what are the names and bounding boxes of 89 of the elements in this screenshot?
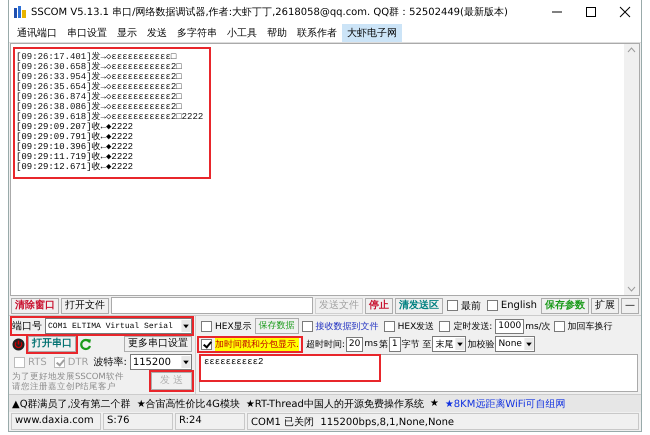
input-field[interactable]: 20 (346, 336, 364, 352)
select-value: 末尾 (435, 338, 454, 350)
window-title: SSCOM V5.13.1 串口/网络数据调试器,作者:大虾丁丁,2618058@qq.com. QQ群：52502449(最新版本) (31, 6, 509, 18)
log-line: [09:26:30.658]发→◇εεεεεεεεεεε2□ (16, 62, 182, 72)
toolbar-button[interactable]: 清除窗口 (11, 298, 59, 314)
power-icon (12, 338, 25, 350)
toolbar-button[interactable]: — (621, 298, 639, 314)
input-field[interactable]: 1 (388, 336, 401, 352)
status-text: COM1 已关闭 115200bps,8,1,None,None (247, 413, 639, 430)
ticker-link[interactable]: ★8KM远距离WiFi可自组网 (444, 396, 566, 410)
more-settings-button[interactable]: 更多串口设置 (124, 336, 192, 352)
menu-item[interactable]: 显示 (112, 24, 142, 42)
option-select[interactable]: None (495, 336, 535, 352)
send-input-field[interactable]: εεεεεεεεεε2 (199, 354, 638, 392)
option-label: 超时时间: (306, 338, 345, 350)
log-line: [09:29:09.207]收←◆2222 (16, 122, 134, 132)
ticker-text: ★ (430, 398, 439, 409)
menu-item[interactable]: 发送 (142, 24, 172, 42)
close-icon[interactable] (619, 6, 631, 18)
checkbox[interactable] (439, 320, 450, 332)
menu-item[interactable]: 小工具 (222, 24, 262, 42)
maximize-icon[interactable] (585, 6, 597, 18)
baud-rate-value: 115200 (132, 356, 172, 368)
log-line: [09:26:38.086]发→◇εεεεεεεεεεε2□ (16, 102, 182, 112)
promo-text: 请您注册嘉立创P结尾客户 (12, 382, 118, 392)
status-text: www.daxia.com (11, 413, 101, 430)
scroll-up-icon[interactable] (627, 47, 636, 53)
checkbox[interactable] (14, 356, 25, 368)
checkbox-label[interactable]: HEX显示 (215, 320, 252, 332)
checkbox[interactable] (201, 320, 212, 332)
open-port-button[interactable]: 打开串口 (28, 336, 76, 352)
scrollbar[interactable] (624, 44, 639, 295)
menu-item[interactable]: 大虾电子网 (342, 24, 402, 42)
baud-rate-select[interactable]: 115200 (130, 354, 192, 370)
option-label: 第 (378, 338, 388, 350)
status-text: R:24 (175, 413, 245, 430)
baud-rate-label: 波特率: (93, 356, 127, 369)
checkbox[interactable] (201, 338, 212, 350)
send-text[interactable]: εεεεεεεεεε2 (201, 356, 379, 380)
port-select[interactable]: COM1 ELTIMA Virtual Serial (45, 318, 192, 334)
log-line: [09:29:10.396]收←◆2222 (16, 142, 134, 152)
ticker-text: ▲Q群满员了,没有第二个群 (12, 398, 131, 410)
checkbox-label[interactable]: 接收数据到文件 (316, 320, 379, 332)
checkbox-label[interactable]: 加时间戳和分包显示. (215, 338, 299, 350)
log-line: [09:26:35.654]发→◇εεεεεεεεεεε2□ (16, 82, 182, 92)
log-line: [09:29:09.791]收←◆2222 (16, 132, 134, 142)
toolbar-button[interactable]: 清发送区 (394, 298, 443, 314)
toolbar-button[interactable]: 打开文件 (61, 298, 109, 314)
menu-item[interactable]: 通讯端口 (12, 24, 62, 42)
checkbox[interactable] (302, 320, 313, 332)
checkbox[interactable] (384, 320, 395, 332)
scroll-down-icon[interactable] (627, 286, 636, 292)
checkbox-label[interactable]: 最前 (460, 298, 481, 312)
checkbox-label[interactable]: English (500, 300, 537, 311)
option-label: ms (364, 339, 378, 349)
file-path-field[interactable] (111, 297, 313, 314)
checkbox[interactable] (446, 300, 458, 311)
refresh-icon[interactable] (79, 338, 92, 350)
toolbar-button[interactable]: 停止 (364, 298, 393, 314)
option-label: 加校验 (467, 338, 494, 350)
checkbox-label[interactable]: HEX发送 (398, 320, 434, 332)
option-select[interactable]: 末尾 (432, 336, 466, 352)
checkbox-label[interactable]: 定时发送: (453, 320, 492, 332)
log-line: [09:26:17.401]发→◇εεεεεεεεεεε□ (16, 52, 176, 62)
menu-item[interactable]: 联系作者 (292, 24, 342, 42)
option-label: 字节 至 (402, 338, 432, 350)
app-logo-icon (13, 4, 27, 18)
log-line: [09:29:12.671]收←◆2222 (16, 162, 134, 172)
ticker-text: ★RT-Thread中国人的开源免费操作系统 (246, 398, 424, 410)
promo-text: 为了更好地发展SSCOM软件 (12, 372, 124, 382)
status-text: S:76 (103, 413, 173, 430)
port-value: COM1 ELTIMA Virtual Serial (48, 322, 173, 330)
ticker-text: ★合宙高性价比4G模块 (136, 398, 240, 410)
log-line: [09:26:39.618]发→◇εεεεεεεεεεε2□2222 (16, 112, 204, 122)
checkbox-label[interactable]: 加回车换行 (568, 320, 613, 332)
port-label: 端口号 (12, 320, 42, 333)
menu-item[interactable]: 串口设置 (62, 24, 112, 42)
log-line: [09:26:36.874]发→◇εεεεεεεεεεε2□ (16, 92, 182, 102)
menu-item[interactable]: 多字符串 (172, 24, 222, 42)
select-value: None (498, 339, 522, 349)
checkbox[interactable] (54, 356, 65, 368)
log-line: [09:26:33.954]发→◇εεεεεεεεεεε2□ (16, 72, 182, 82)
option-label: ms/次 (525, 320, 551, 332)
input-field[interactable]: 1000 (495, 318, 524, 334)
toolbar-button[interactable]: 扩展 (591, 298, 619, 314)
menu-item[interactable]: 帮助 (262, 24, 292, 42)
checkbox[interactable] (554, 320, 565, 332)
log-line: [09:29:11.719]收←◆2222 (16, 152, 134, 162)
checkbox[interactable] (486, 300, 498, 311)
